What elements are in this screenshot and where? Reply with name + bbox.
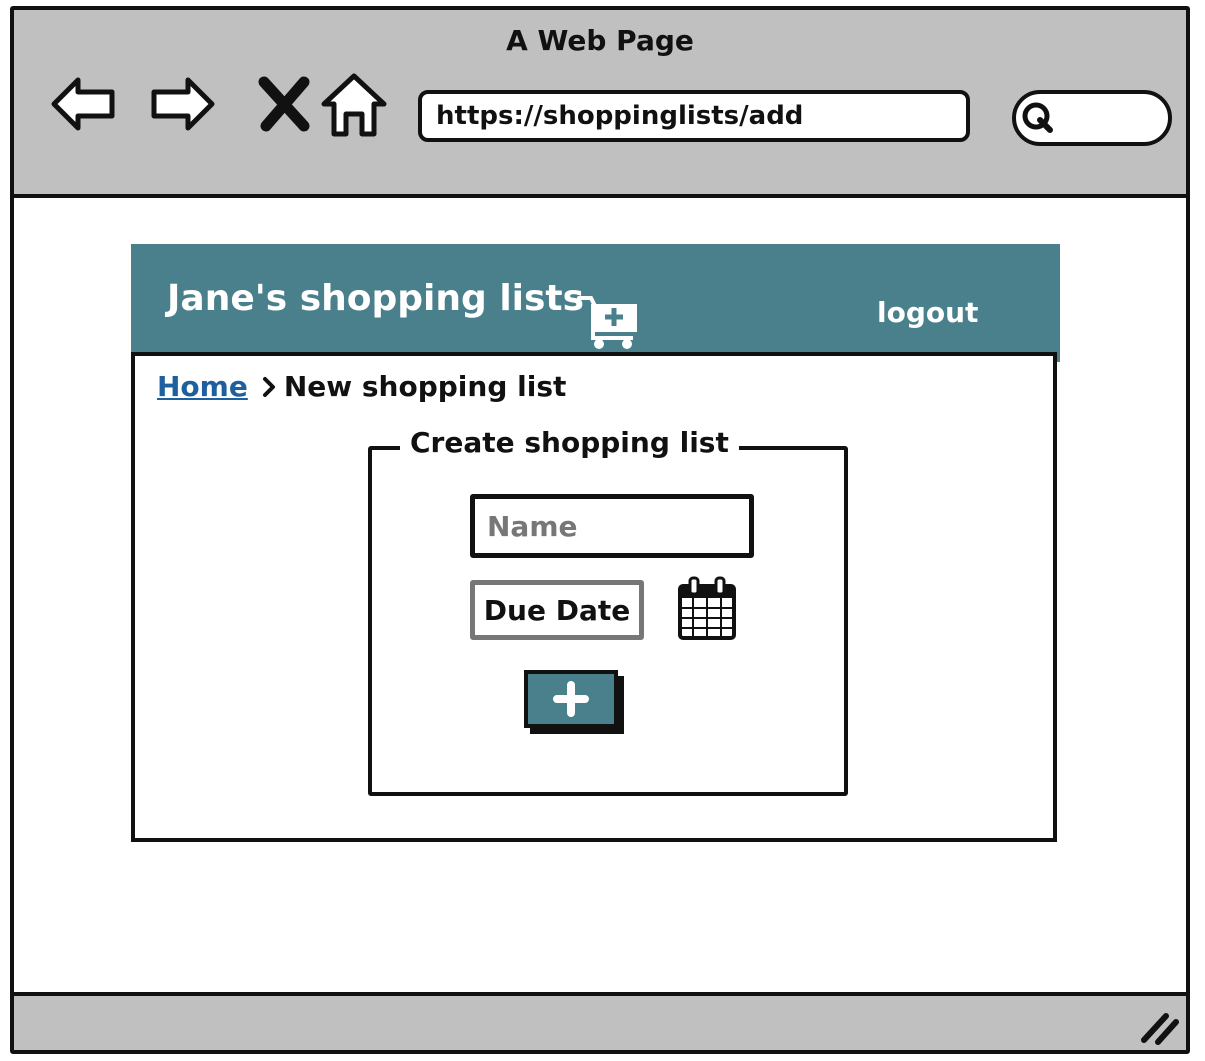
window-title: A Web Page bbox=[506, 24, 694, 57]
home-icon[interactable] bbox=[318, 68, 390, 140]
app-header: Jane's shopping lists logout bbox=[131, 244, 1060, 362]
breadcrumb-current: New shopping list bbox=[283, 370, 567, 403]
forward-arrow-icon[interactable] bbox=[146, 68, 218, 140]
breadcrumb-home-link[interactable]: Home bbox=[157, 370, 248, 403]
back-arrow-icon[interactable] bbox=[48, 68, 120, 140]
search-icon bbox=[1022, 102, 1053, 133]
address-bar[interactable]: https://shoppinglists/add bbox=[418, 90, 970, 142]
breadcrumb: Home New shopping list bbox=[157, 370, 566, 403]
chevron-right-icon bbox=[262, 376, 275, 397]
address-url: https://shoppinglists/add bbox=[436, 101, 804, 131]
logout-link[interactable]: logout bbox=[877, 296, 978, 329]
create-list-fieldset: Create shopping list Due Date bbox=[368, 426, 848, 796]
add-list-button[interactable] bbox=[524, 670, 624, 734]
button-face bbox=[524, 670, 618, 728]
close-icon[interactable] bbox=[248, 68, 320, 140]
browser-chrome: A Web Page https://shoppinglists/add bbox=[14, 10, 1186, 198]
due-date-field[interactable]: Due Date bbox=[470, 580, 644, 640]
status-bar bbox=[14, 992, 1186, 1050]
cart-add-icon[interactable] bbox=[577, 292, 643, 350]
name-input[interactable] bbox=[470, 494, 754, 558]
browser-search-box[interactable] bbox=[1012, 90, 1172, 146]
calendar-icon[interactable] bbox=[676, 576, 738, 642]
app-title: Jane's shopping lists bbox=[167, 278, 585, 319]
fieldset-legend: Create shopping list bbox=[400, 426, 739, 459]
content-panel: Home New shopping list Create shopping l… bbox=[131, 352, 1057, 842]
resize-grip-icon[interactable] bbox=[1136, 1002, 1180, 1046]
plus-icon bbox=[553, 681, 589, 717]
